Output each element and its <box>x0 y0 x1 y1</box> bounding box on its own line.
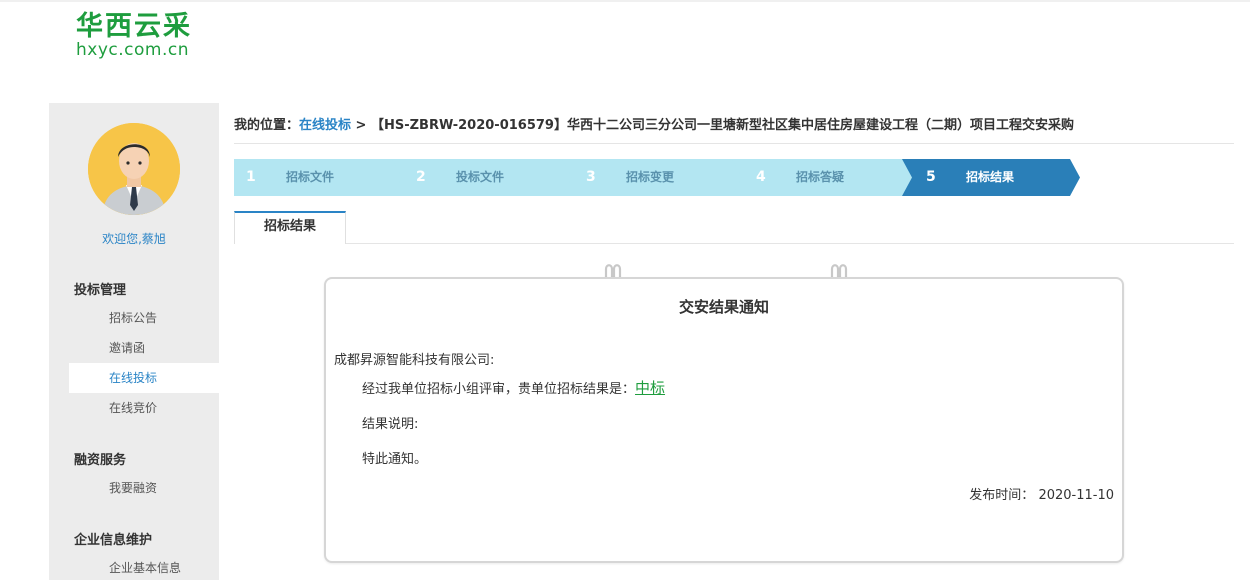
logo-domain: hxyc.com.cn <box>76 40 189 60</box>
breadcrumb-separator: > <box>351 118 371 133</box>
notice-result-line: 经过我单位招标小组评审，贵单位招标结果是：中标 <box>362 377 665 398</box>
person-icon <box>88 123 180 215</box>
logo-chinese: 华西云采 <box>76 11 192 42</box>
tab-bid-result[interactable]: 招标结果 <box>234 211 346 244</box>
publish-time-date: 2020-11-10 <box>1038 488 1114 503</box>
notice-result-prefix: 经过我单位招标小组评审，贵单位招标结果是： <box>362 382 636 397</box>
publish-time-label: 发布时间： <box>969 488 1035 503</box>
nav-item-invitation[interactable]: 邀请函 <box>69 333 219 363</box>
notice-closing: 特此通知。 <box>362 452 428 467</box>
step-number: 5 <box>926 169 936 185</box>
nav-item-online-auction[interactable]: 在线竞价 <box>69 393 219 423</box>
breadcrumb: 我的位置：在线投标 > 【HS-ZBRW-2020-016579】华西十二公司三… <box>234 114 1074 133</box>
welcome-text: 欢迎您,蔡旭 <box>102 232 166 246</box>
step-number: 3 <box>586 169 596 185</box>
top-border <box>0 0 1250 2</box>
nav-item-apply-financing[interactable]: 我要融资 <box>69 473 219 503</box>
breadcrumb-prefix: 我的位置： <box>234 118 300 133</box>
sidebar: 欢迎您,蔡旭 投标管理 招标公告 邀请函 在线投标 在线竞价 融资服务 我要融资… <box>49 103 219 580</box>
notice-result-value[interactable]: 中标 <box>635 379 665 397</box>
step-progress: 1 招标文件 2 投标文件 3 招标变更 4 招标答疑 5 招标结果 <box>234 159 1084 196</box>
breadcrumb-link-online-bidding[interactable]: 在线投标 <box>299 118 351 133</box>
nav-item-online-bidding[interactable]: 在线投标 <box>69 363 219 393</box>
nav-item-company-basic-info[interactable]: 企业基本信息 <box>69 553 219 580</box>
step-label: 投标文件 <box>456 170 505 184</box>
notice-title: 交安结果通知 <box>678 298 769 316</box>
nav-group-bid-management: 投标管理 <box>74 283 127 298</box>
step-label: 招标变更 <box>626 170 675 184</box>
logo[interactable]: 华西云采 hxyc.com.cn <box>76 11 216 60</box>
user-avatar <box>88 123 180 215</box>
breadcrumb-current: 【HS-ZBRW-2020-016579】华西十二公司三分公司一里塘新型社区集中… <box>370 118 1074 133</box>
notice-explain: 结果说明: <box>362 417 419 432</box>
step-number: 1 <box>246 169 256 185</box>
nav-group-financing: 融资服务 <box>74 453 127 468</box>
step-label: 招标结果 <box>966 170 1015 184</box>
tab-divider <box>234 243 1234 244</box>
divider <box>234 143 1234 144</box>
step-number: 2 <box>416 169 426 185</box>
step-label: 招标文件 <box>286 170 335 184</box>
nav-group-company-info: 企业信息维护 <box>74 533 153 548</box>
result-notice-card: 交安结果通知 成都昇源智能科技有限公司: 经过我单位招标小组评审，贵单位招标结果… <box>324 277 1124 563</box>
notice-publish-time: 发布时间： 2020-11-10 <box>969 484 1114 503</box>
notice-company: 成都昇源智能科技有限公司: <box>334 353 495 368</box>
nav-item-tender-notice[interactable]: 招标公告 <box>69 303 219 333</box>
step-number: 4 <box>756 169 766 185</box>
step-label: 招标答疑 <box>796 170 845 184</box>
